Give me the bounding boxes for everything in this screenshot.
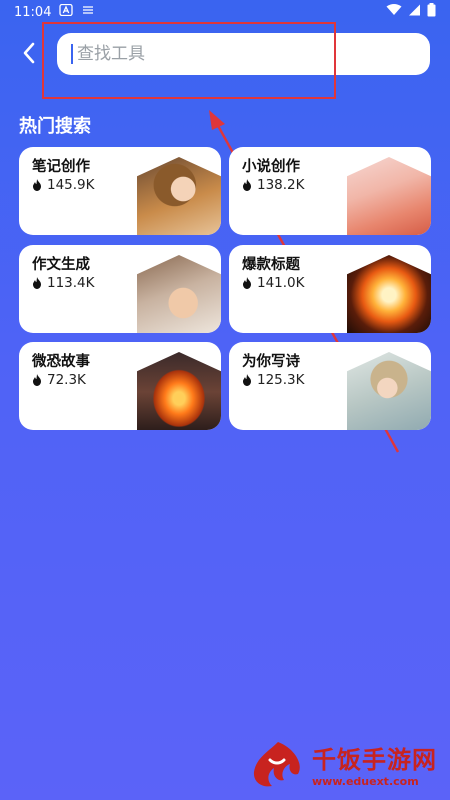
- tool-card[interactable]: 笔记创作 145.9K: [19, 147, 221, 235]
- card-meta: 145.9K: [32, 177, 95, 193]
- card-meta: 113.4K: [32, 275, 95, 291]
- card-count: 145.9K: [47, 177, 95, 193]
- tool-card[interactable]: 微恐故事 72.3K: [19, 342, 221, 430]
- highlight-box: [42, 22, 336, 99]
- watermark-logo-icon: [253, 742, 300, 787]
- pen-paper-thumb: [347, 157, 431, 235]
- card-title: 为你写诗: [242, 354, 300, 370]
- status-bar: 11:04: [0, 0, 450, 24]
- card-meta: 141.0K: [242, 275, 305, 291]
- card-count: 141.0K: [257, 275, 305, 291]
- card-count: 125.3K: [257, 372, 305, 388]
- anime-boy-thumb: [347, 352, 431, 430]
- usb-icon: [81, 4, 95, 20]
- card-meta: 72.3K: [32, 372, 86, 388]
- tool-card[interactable]: 作文生成 113.4K: [19, 245, 221, 333]
- card-meta: 125.3K: [242, 372, 305, 388]
- tool-card[interactable]: 小说创作 138.2K: [229, 147, 431, 235]
- section-title: 热门搜索: [19, 116, 91, 137]
- tool-card[interactable]: 爆款标题 141.0K: [229, 245, 431, 333]
- tool-card[interactable]: 为你写诗 125.3K: [229, 342, 431, 430]
- card-title: 作文生成: [32, 257, 90, 273]
- flame-icon: [33, 277, 41, 289]
- pumpkin-robot-thumb: [137, 352, 221, 430]
- flame-icon: [243, 277, 251, 289]
- portrait-woman-thumb: [137, 157, 221, 235]
- flame-icon: [33, 179, 41, 191]
- card-title: 微恐故事: [32, 354, 90, 370]
- chevron-left-icon: [23, 42, 35, 64]
- flame-icon: [33, 374, 41, 386]
- card-count: 113.4K: [47, 275, 95, 291]
- watermark: 千饭手游网 www.eduext.com: [250, 738, 437, 790]
- explosion-thumb: [347, 255, 431, 333]
- card-meta: 138.2K: [242, 177, 305, 193]
- card-count: 72.3K: [47, 372, 86, 388]
- card-title: 笔记创作: [32, 159, 90, 175]
- back-button[interactable]: [14, 38, 44, 68]
- card-title: 爆款标题: [242, 257, 300, 273]
- wifi-icon: [386, 4, 402, 20]
- writing-hand-thumb: [137, 255, 221, 333]
- card-count: 138.2K: [257, 177, 305, 193]
- flame-icon: [243, 179, 251, 191]
- watermark-text: 千饭手游网 www.eduext.com: [312, 740, 437, 788]
- battery-icon: [427, 3, 436, 21]
- status-time: 11:04: [14, 4, 52, 20]
- notification-a-icon: [59, 4, 74, 20]
- flame-icon: [243, 374, 251, 386]
- watermark-name: 千饭手游网: [312, 746, 437, 774]
- status-left: 11:04: [14, 4, 95, 20]
- signal-icon: [408, 4, 421, 20]
- status-right: [386, 3, 436, 21]
- watermark-url: www.eduext.com: [312, 775, 419, 788]
- card-title: 小说创作: [242, 159, 300, 175]
